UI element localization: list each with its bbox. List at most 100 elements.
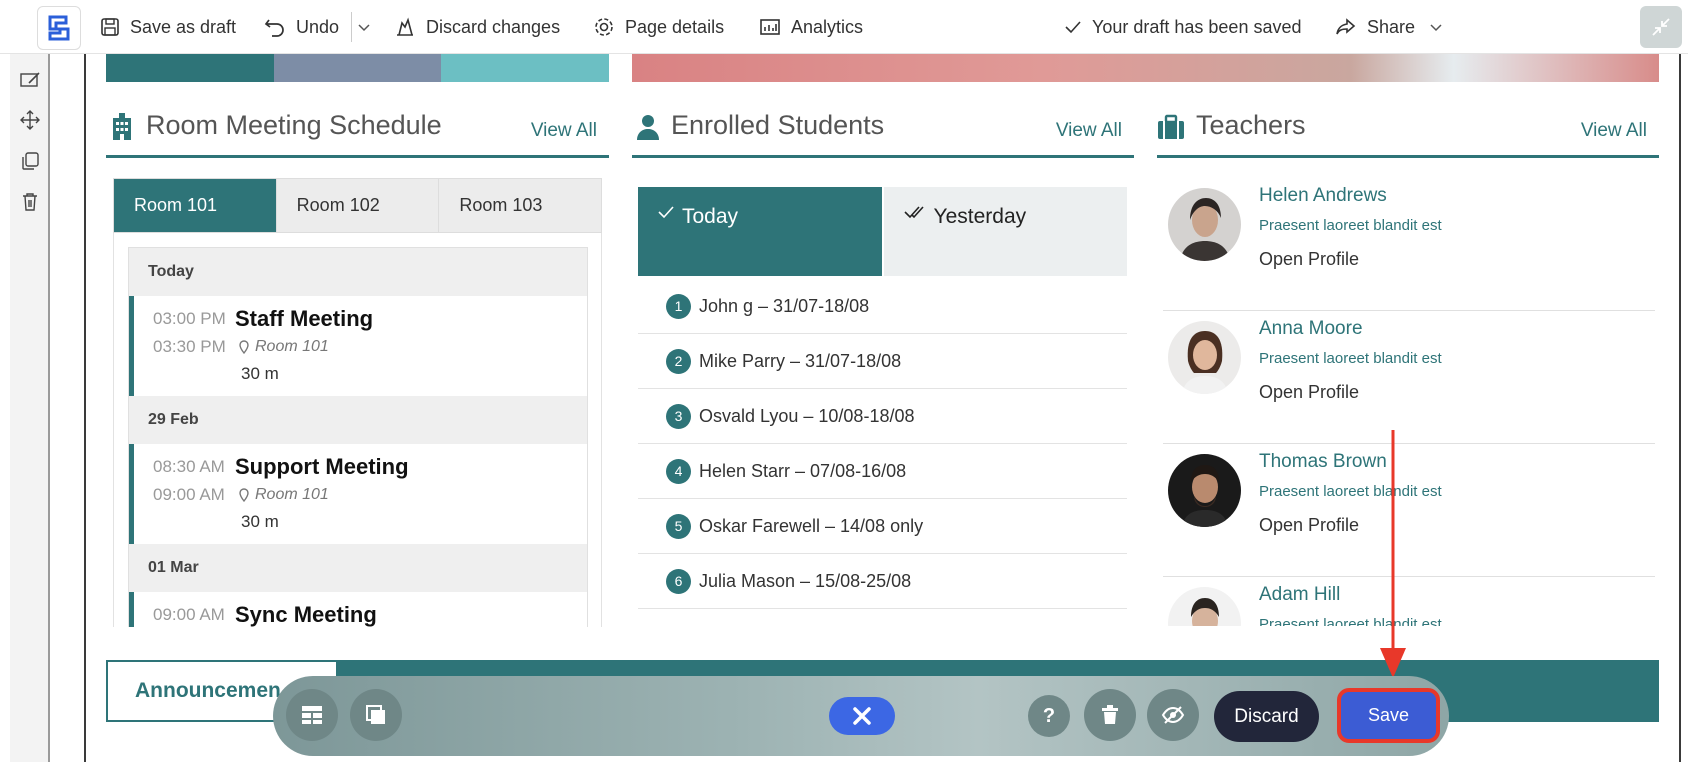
tab-room-103[interactable]: Room 103 bbox=[439, 179, 601, 232]
row-number: 2 bbox=[666, 348, 691, 374]
teacher-name[interactable]: Thomas Brown bbox=[1259, 451, 1387, 473]
list-item[interactable]: 1 John g – 31/07-18/08 bbox=[638, 279, 1127, 334]
student-label: Mike Parry – 31/07-18/08 bbox=[699, 350, 902, 371]
teachers-title: Teachers bbox=[1196, 110, 1306, 140]
undo-icon bbox=[264, 17, 286, 37]
chevron-down-icon bbox=[1429, 22, 1443, 32]
layout-button[interactable] bbox=[286, 689, 338, 741]
teachers-header: Teachers View All bbox=[1157, 100, 1659, 158]
move-icon[interactable] bbox=[16, 106, 44, 134]
meeting-room-label: Room 101 bbox=[255, 338, 329, 355]
gear-icon bbox=[593, 16, 615, 38]
location-pin-icon bbox=[239, 488, 249, 502]
close-icon bbox=[852, 706, 872, 726]
collapse-icon bbox=[1649, 15, 1673, 39]
help-button[interactable]: ? bbox=[1028, 695, 1070, 737]
app-logo[interactable] bbox=[37, 6, 81, 50]
meeting-duration: 30 m bbox=[241, 512, 279, 531]
analytics-button[interactable]: Analytics bbox=[759, 0, 863, 54]
student-label: Osvald Lyou – 10/08-18/08 bbox=[699, 405, 915, 426]
discard-changes-button[interactable]: Discard changes bbox=[394, 0, 560, 54]
analytics-label: Analytics bbox=[791, 16, 864, 37]
day-header: 29 Feb bbox=[129, 396, 587, 444]
eye-off-icon bbox=[1161, 705, 1185, 725]
day-header: Today bbox=[129, 248, 587, 296]
enrolled-list[interactable]: 1 John g – 31/07-18/08 2 Mike Parry – 31/0… bbox=[638, 279, 1127, 625]
trash-icon bbox=[1101, 705, 1119, 725]
undo-dropdown[interactable] bbox=[357, 0, 371, 54]
briefcase-icon bbox=[1157, 112, 1185, 142]
draft-status: Your draft has been saved bbox=[1064, 0, 1302, 54]
meeting-room-label: Room 101 bbox=[255, 486, 329, 503]
list-item[interactable]: 6 Julia Mason – 15/08-25/08 bbox=[638, 554, 1127, 609]
share-button[interactable]: Share bbox=[1335, 0, 1443, 54]
close-button[interactable] bbox=[829, 697, 895, 735]
meeting-end: 03:30 PM bbox=[153, 337, 226, 356]
row-number: 6 bbox=[666, 568, 691, 594]
hide-button[interactable] bbox=[1147, 689, 1199, 741]
save-icon bbox=[100, 17, 120, 37]
save-button[interactable]: Save bbox=[1337, 688, 1440, 743]
user-icon bbox=[634, 112, 662, 142]
tab-room-102[interactable]: Room 102 bbox=[277, 179, 440, 232]
tab-today-label: Today bbox=[682, 205, 739, 228]
trash-icon[interactable] bbox=[16, 188, 44, 216]
teacher-subtitle: Praesent laoreet blandit est bbox=[1259, 350, 1442, 367]
save-draft-button[interactable]: Save as draft bbox=[100, 0, 236, 54]
teachers-view-all[interactable]: View All bbox=[1581, 120, 1647, 142]
room-schedule-title: Room Meeting Schedule bbox=[146, 110, 442, 140]
meeting-start: 09:00 AM bbox=[153, 605, 225, 624]
tab-yesterday-label: Yesterday bbox=[933, 205, 1027, 228]
teacher-card[interactable]: Helen Andrews Praesent laoreet blandit e… bbox=[1163, 178, 1655, 311]
meeting-title: Support Meeting bbox=[235, 454, 409, 479]
meeting-duration: 30 m bbox=[241, 364, 279, 383]
teacher-card[interactable]: Anna Moore Praesent laoreet blandit est … bbox=[1163, 311, 1655, 444]
enrolled-header: Enrolled Students View All bbox=[632, 100, 1134, 158]
meeting-title: Sync Meeting bbox=[235, 602, 377, 627]
enrolled-title: Enrolled Students bbox=[671, 110, 885, 140]
meeting-end: 09:00 AM bbox=[153, 485, 225, 504]
enrolled-tabs: Today Yesterday bbox=[638, 187, 1127, 276]
list-item[interactable]: 4 Helen Starr – 07/08-16/08 bbox=[638, 444, 1127, 499]
meeting-item[interactable]: 09:00 AM Sync Meeting bbox=[129, 592, 587, 627]
meeting-item[interactable]: 08:30 AM 09:00 AM Support Meeting Room 1… bbox=[129, 444, 587, 544]
enrolled-view-all[interactable]: View All bbox=[1056, 120, 1122, 142]
undo-button[interactable]: Undo bbox=[264, 0, 339, 54]
layout-icon bbox=[301, 705, 323, 725]
student-label: Julia Mason – 15/08-25/08 bbox=[699, 570, 912, 591]
list-item[interactable]: 2 Mike Parry – 31/07-18/08 bbox=[638, 334, 1127, 389]
student-label: Oskar Farewell – 14/08 only bbox=[699, 515, 924, 536]
meeting-schedule-list[interactable]: Today 03:00 PM 03:30 PM Staff Meeting Ro… bbox=[113, 233, 602, 627]
draft-status-label: Your draft has been saved bbox=[1092, 16, 1302, 37]
page-details-button[interactable]: Page details bbox=[593, 0, 724, 54]
share-label: Share bbox=[1367, 16, 1416, 37]
teacher-name[interactable]: Anna Moore bbox=[1259, 318, 1363, 340]
duplicate-icon[interactable] bbox=[16, 147, 44, 175]
meeting-item[interactable]: 03:00 PM 03:30 PM Staff Meeting Room 101… bbox=[129, 296, 587, 396]
discard-icon bbox=[394, 17, 416, 37]
teacher-subtitle: Praesent laoreet blandit est bbox=[1259, 616, 1442, 626]
tab-today[interactable]: Today bbox=[638, 187, 882, 276]
teacher-card[interactable]: Thomas Brown Praesent laoreet blandit es… bbox=[1163, 444, 1655, 577]
share-icon bbox=[1335, 17, 1357, 37]
teacher-name[interactable]: Helen Andrews bbox=[1259, 185, 1387, 207]
tab-yesterday[interactable]: Yesterday bbox=[881, 187, 1127, 276]
room-schedule-view-all[interactable]: View All bbox=[531, 120, 597, 142]
open-profile-link[interactable]: Open Profile bbox=[1259, 515, 1359, 536]
open-profile-link[interactable]: Open Profile bbox=[1259, 249, 1359, 270]
collapse-button[interactable] bbox=[1640, 6, 1682, 48]
edit-icon[interactable] bbox=[16, 66, 44, 94]
tab-room-101[interactable]: Room 101 bbox=[114, 179, 277, 232]
teacher-name[interactable]: Adam Hill bbox=[1259, 584, 1340, 606]
delete-button[interactable] bbox=[1084, 689, 1136, 741]
discard-button[interactable]: Discard bbox=[1214, 691, 1319, 742]
row-number: 1 bbox=[666, 293, 691, 319]
layers-button[interactable] bbox=[350, 689, 402, 741]
meeting-title: Staff Meeting bbox=[235, 306, 374, 331]
check-icon bbox=[1064, 20, 1082, 34]
list-item[interactable]: 3 Osvald Lyou – 10/08-18/08 bbox=[638, 389, 1127, 444]
teacher-card[interactable]: Adam Hill Praesent laoreet blandit est bbox=[1163, 577, 1655, 626]
teachers-list[interactable]: Helen Andrews Praesent laoreet blandit e… bbox=[1163, 178, 1655, 626]
open-profile-link[interactable]: Open Profile bbox=[1259, 382, 1359, 403]
list-item[interactable]: 5 Oskar Farewell – 14/08 only bbox=[638, 499, 1127, 554]
